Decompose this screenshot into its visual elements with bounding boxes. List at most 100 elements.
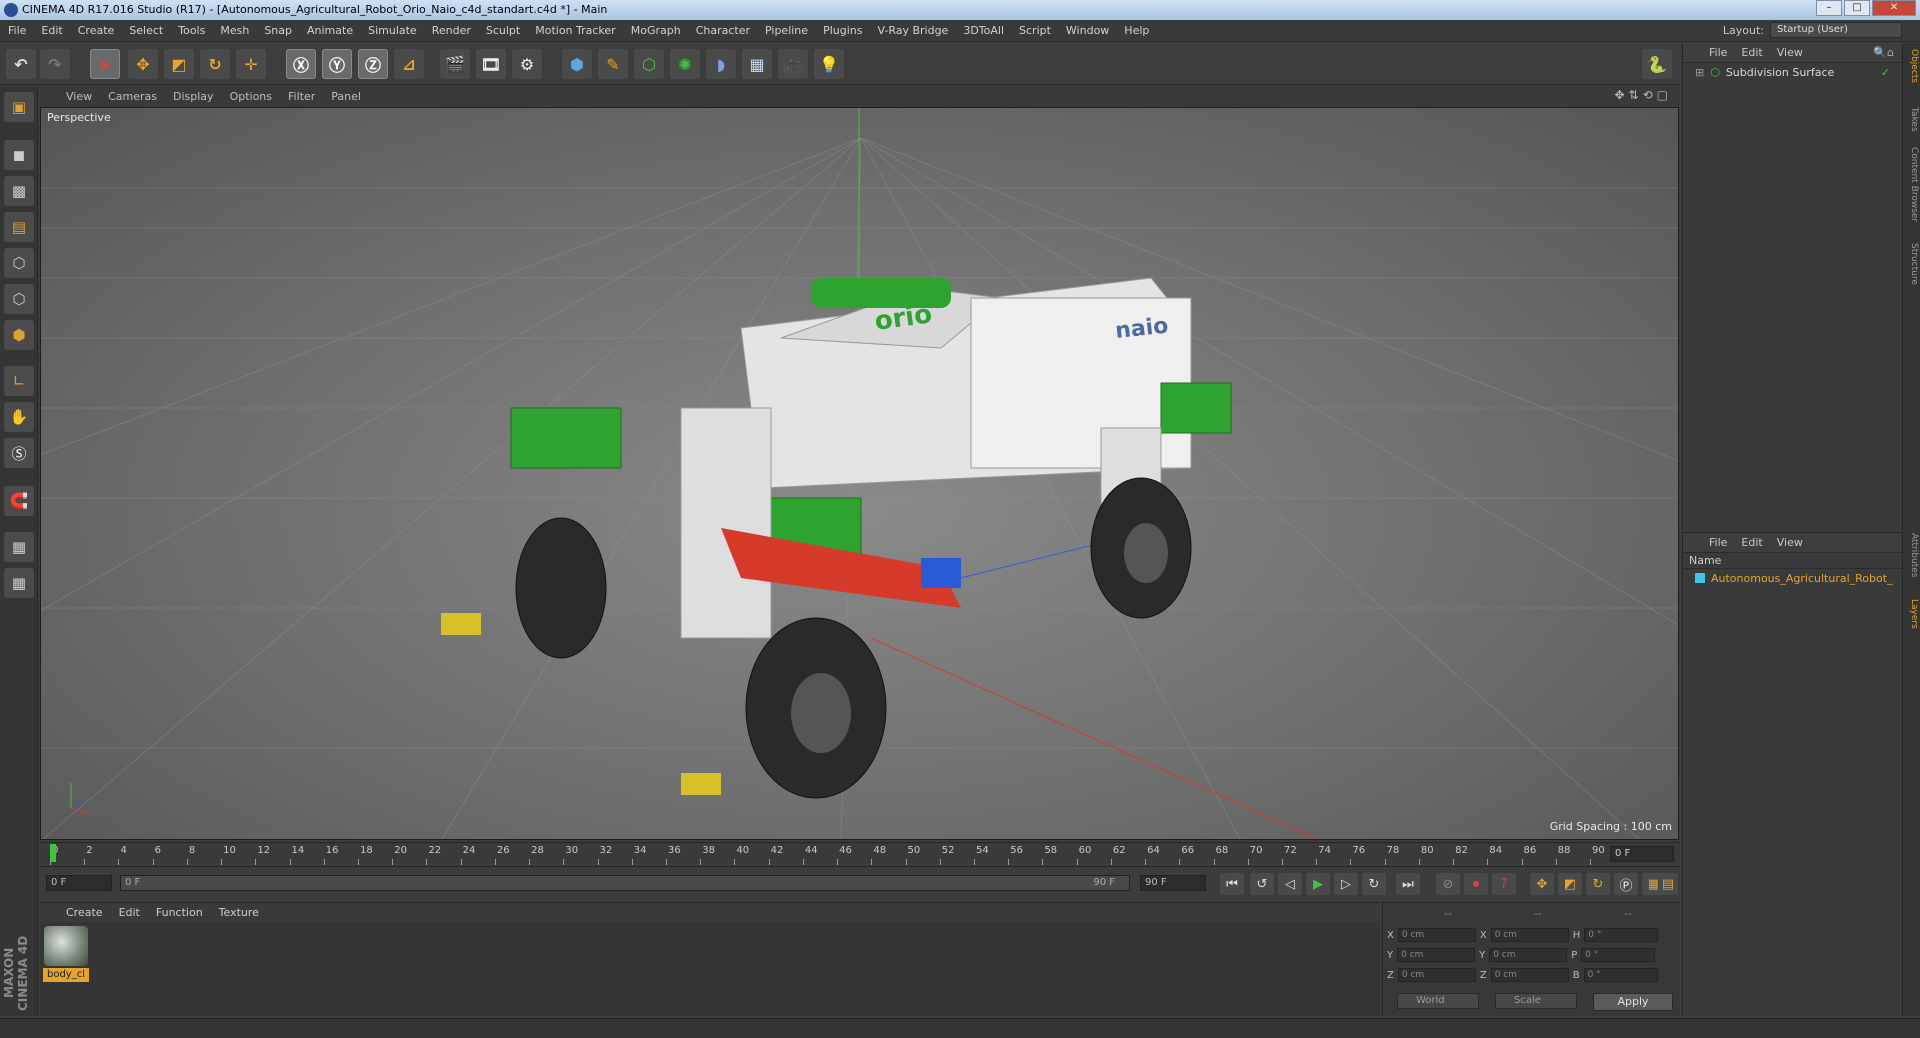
menu-help[interactable]: Help bbox=[1124, 24, 1149, 37]
rotation-p-field[interactable]: 0 ° bbox=[1581, 948, 1656, 962]
menu-pipeline[interactable]: Pipeline bbox=[765, 24, 808, 37]
frame-ruler[interactable]: 0246810121416182022242628303234363840424… bbox=[50, 843, 1605, 865]
workplane-icon[interactable]: ▤ bbox=[4, 212, 34, 242]
redo-icon[interactable]: ↷ bbox=[40, 49, 70, 79]
axis-mode-icon[interactable]: ∟ bbox=[4, 366, 34, 396]
viewport-menu-filter[interactable]: Filter bbox=[288, 90, 315, 103]
x-axis-icon[interactable]: Ⓧ bbox=[286, 49, 316, 79]
rotation-b-field[interactable]: 0 ° bbox=[1583, 968, 1658, 982]
recent-tool-icon[interactable]: ✛ bbox=[236, 49, 266, 79]
material-menu-edit[interactable]: Edit bbox=[119, 906, 140, 919]
menu-plugins[interactable]: Plugins bbox=[823, 24, 862, 37]
deformer-icon[interactable]: ◗ bbox=[706, 49, 736, 79]
tab-layers[interactable]: Layers bbox=[1905, 599, 1919, 629]
z-axis-icon[interactable]: Ⓩ bbox=[358, 49, 388, 79]
material-thumbnail[interactable] bbox=[44, 926, 88, 966]
autokey-icon[interactable]: ? bbox=[1492, 873, 1516, 895]
position-y-field[interactable]: 0 cm bbox=[1397, 948, 1476, 962]
menu-3dtoall[interactable]: 3DToAll bbox=[963, 24, 1004, 37]
objects-menu-file[interactable]: File bbox=[1709, 46, 1727, 59]
play-icon[interactable]: ▶ bbox=[1306, 873, 1330, 895]
layers-menu-view[interactable]: View bbox=[1777, 536, 1803, 549]
previous-key-icon[interactable]: ↺ bbox=[1250, 873, 1274, 895]
y-axis-icon[interactable]: Ⓨ bbox=[322, 49, 352, 79]
layout-select[interactable]: Startup (User) bbox=[1770, 22, 1902, 38]
menu-motion-tracker[interactable]: Motion Tracker bbox=[535, 24, 615, 37]
layers-menu-file[interactable]: File bbox=[1709, 536, 1727, 549]
material-menu-texture[interactable]: Texture bbox=[219, 906, 259, 919]
object-row[interactable]: ⊞ ⬡ Subdivision Surface ✓ bbox=[1683, 63, 1902, 81]
apply-button[interactable]: Apply bbox=[1593, 993, 1673, 1011]
render-picture-viewer-icon[interactable]: 🎞 bbox=[476, 49, 506, 79]
tab-objects[interactable]: Objects bbox=[1905, 49, 1919, 83]
render-view-icon[interactable]: 🎬 bbox=[440, 49, 470, 79]
coordinate-mode-select[interactable]: World bbox=[1397, 993, 1479, 1009]
key-scale-icon[interactable]: ◩ bbox=[1558, 873, 1582, 895]
objects-panel-tools-icon[interactable]: 🔍⌂ bbox=[1873, 46, 1894, 59]
viewport-menu-view[interactable]: View bbox=[66, 90, 92, 103]
menu-edit[interactable]: Edit bbox=[41, 24, 62, 37]
record-active-icon[interactable]: ⏺ bbox=[1464, 873, 1488, 895]
perspective-viewport[interactable]: orio naio Perspective Grid Spacing : 100… bbox=[40, 107, 1679, 840]
tab-attributes[interactable]: Attributes bbox=[1905, 533, 1919, 577]
tab-structure[interactable]: Structure bbox=[1905, 243, 1919, 285]
motion-record-icon[interactable]: ⊘ bbox=[1436, 873, 1460, 895]
timeline-ruler[interactable]: 0246810121416182022242628303234363840424… bbox=[40, 842, 1680, 865]
array-icon[interactable]: ✺ bbox=[670, 49, 700, 79]
scale-icon[interactable]: ◩ bbox=[164, 49, 194, 79]
next-key-icon[interactable]: ↻ bbox=[1362, 873, 1386, 895]
snapping-icon[interactable]: Ⓢ bbox=[4, 438, 34, 468]
material-menu-function[interactable]: Function bbox=[156, 906, 203, 919]
light-icon[interactable]: 💡 bbox=[814, 49, 844, 79]
range-slider[interactable]: 0 F 90 F bbox=[120, 875, 1130, 891]
viewport-menu-options[interactable]: Options bbox=[230, 90, 272, 103]
tab-content-browser[interactable]: Content Browser bbox=[1905, 147, 1919, 222]
position-z-field[interactable]: 0 cm bbox=[1397, 968, 1476, 982]
layer-row[interactable]: Autonomous_Agricultural_Robot_ bbox=[1683, 569, 1902, 587]
close-button[interactable]: ✕ bbox=[1872, 0, 1916, 16]
go-to-start-icon[interactable]: ⏮ bbox=[1220, 873, 1244, 895]
end-frame-field[interactable]: 90 F bbox=[1140, 875, 1206, 891]
size-y-field[interactable]: 0 cm bbox=[1489, 948, 1568, 962]
lock-workplane-icon[interactable]: ▦ bbox=[4, 532, 34, 562]
expand-icon[interactable]: ⊞ bbox=[1695, 66, 1704, 79]
rotation-h-field[interactable]: 0 ° bbox=[1584, 928, 1659, 942]
tab-takes[interactable]: Takes bbox=[1905, 107, 1919, 132]
undo-icon[interactable]: ↶ bbox=[6, 49, 36, 79]
texture-mode-icon[interactable]: ▩ bbox=[4, 176, 34, 206]
object-enabled-check-icon[interactable]: ✓ bbox=[1881, 66, 1890, 79]
viewport-menu-panel[interactable]: Panel bbox=[331, 90, 361, 103]
layers-menu-edit[interactable]: Edit bbox=[1741, 536, 1762, 549]
points-mode-icon[interactable]: ⬡ bbox=[4, 248, 34, 278]
tweak-mode-icon[interactable]: ✋ bbox=[4, 402, 34, 432]
menu-character[interactable]: Character bbox=[696, 24, 750, 37]
menu-tools[interactable]: Tools bbox=[178, 24, 205, 37]
material-menu-create[interactable]: Create bbox=[66, 906, 103, 919]
playhead[interactable] bbox=[50, 844, 56, 862]
live-selection-icon[interactable]: ➤ bbox=[90, 49, 120, 79]
maximize-button[interactable]: □ bbox=[1844, 0, 1870, 16]
menu-render[interactable]: Render bbox=[432, 24, 471, 37]
key-rotation-icon[interactable]: ↻ bbox=[1586, 873, 1610, 895]
model-mode-icon[interactable]: ◼ bbox=[4, 140, 34, 170]
position-x-field[interactable]: 0 cm bbox=[1397, 928, 1476, 942]
timeline-window-icon[interactable]: ▤ bbox=[1658, 873, 1678, 895]
key-position-icon[interactable]: ✥ bbox=[1530, 873, 1554, 895]
minimize-button[interactable]: – bbox=[1816, 0, 1842, 16]
go-to-end-icon[interactable]: ⏭ bbox=[1396, 873, 1420, 895]
viewport-nav-icons[interactable]: ✥⇅⟲▢ bbox=[1614, 88, 1672, 102]
step-forward-icon[interactable]: ▷ bbox=[1334, 873, 1358, 895]
current-frame-field[interactable]: 0 F bbox=[1610, 846, 1674, 862]
move-icon[interactable]: ✥ bbox=[128, 49, 158, 79]
material-name[interactable]: body_cl bbox=[43, 968, 89, 982]
python-icon[interactable]: 🐍 bbox=[1642, 49, 1672, 79]
make-editable-icon[interactable]: ▣ bbox=[4, 92, 34, 122]
menu-file[interactable]: File bbox=[8, 24, 26, 37]
size-z-field[interactable]: 0 cm bbox=[1490, 968, 1569, 982]
menu-animate[interactable]: Animate bbox=[307, 24, 353, 37]
menu-simulate[interactable]: Simulate bbox=[368, 24, 417, 37]
menu-vray-bridge[interactable]: V-Ray Bridge bbox=[877, 24, 948, 37]
menu-select[interactable]: Select bbox=[129, 24, 163, 37]
planar-workplane-icon[interactable]: ▦ bbox=[4, 568, 34, 598]
menu-mesh[interactable]: Mesh bbox=[220, 24, 249, 37]
